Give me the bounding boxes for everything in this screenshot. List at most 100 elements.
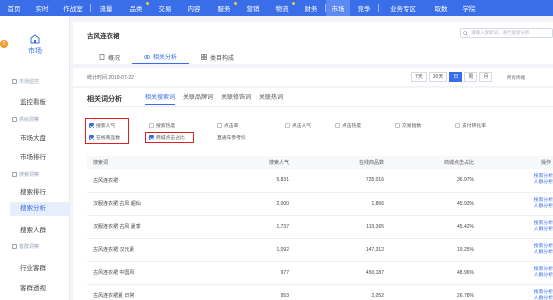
date-day-button[interactable]: 日 — [449, 72, 463, 82]
sidebar-home-market[interactable]: 市场 — [20, 34, 50, 56]
search-icon — [463, 30, 468, 36]
tab-category[interactable]: 类目构成 — [189, 50, 246, 64]
cell-products: 735,016 — [307, 169, 402, 193]
cell-products: 1,866 — [307, 192, 402, 216]
cell-products: 110,365 — [307, 215, 402, 239]
cell-products: 2,052 — [307, 284, 402, 300]
page-title: 古风连衣裙 — [87, 33, 120, 40]
tab-related-search[interactable]: 相关搜索词 — [145, 93, 176, 105]
sidebar-item-search-analysis[interactable]: 搜索分析 — [10, 202, 70, 216]
checkbox-click-heat[interactable]: 点击热度 — [335, 122, 361, 129]
people-analysis-link[interactable]: 人群分析 — [498, 296, 553, 300]
nav-item-5[interactable]: 交易 — [151, 0, 179, 16]
tab-related-analysis[interactable]: 相关分析 — [132, 50, 190, 64]
related-words-panel: 相关词分析 相关搜索词 关联品牌词 关联修饰词 关联热词 搜索人气 搜索热度 点… — [73, 88, 553, 300]
checkbox-click-rate[interactable]: 点击率 — [217, 122, 238, 129]
tab-modifier-words[interactable]: 关联修饰词 — [221, 93, 251, 105]
cell-term: 古风连衣裙 中国风 — [87, 261, 237, 285]
checkbox-trade-index[interactable]: 交易指数 — [395, 122, 421, 129]
date-30days-button[interactable]: 30天 — [428, 72, 448, 82]
date-month-button[interactable]: 月 — [479, 72, 493, 82]
people-analysis-link[interactable]: 人群分析 — [498, 250, 553, 256]
link-icon — [144, 54, 150, 59]
sidebar-item-monitor-board[interactable]: 监控看板 — [20, 96, 46, 106]
nav-item-7[interactable]: 服务 — [209, 0, 239, 16]
cell-popularity: 977 — [237, 261, 307, 285]
nav-item-1[interactable]: 实时 — [28, 0, 56, 16]
checkbox-ztc-price[interactable]: 直通车参考价 — [217, 134, 246, 141]
cell-products: 147,312 — [307, 238, 402, 262]
avatar[interactable]: 0 — [0, 40, 8, 48]
new-badge-dot — [292, 2, 295, 5]
col-term[interactable]: 搜索词 — [87, 156, 237, 169]
people-analysis-link[interactable]: 人群分析 — [498, 204, 553, 210]
col-products[interactable]: 在线商品数 — [307, 156, 402, 169]
sidebar-item-market-overview[interactable]: 市场大盘 — [20, 132, 46, 142]
col-popularity[interactable]: 搜索人气 — [237, 156, 307, 169]
table-header-row: 搜索词 搜索人气 在线商品数 商城点击占比 操作 — [87, 156, 553, 169]
people-analysis-link[interactable]: 人群分析 — [498, 180, 553, 186]
cell-ops: 搜索分析 人群分析 — [492, 169, 553, 193]
checkbox-pay-conversion[interactable]: 支付转化率 — [455, 122, 486, 129]
terminal-select[interactable]: 所有终端 — [507, 75, 525, 81]
sidebar-item-search-rank[interactable]: 搜索排行 — [20, 186, 46, 196]
date-range-buttons: 7天 30天 日 周 月 — [411, 72, 493, 82]
nav-item-4[interactable]: 品类 — [121, 0, 151, 16]
nav-item-13[interactable]: 业务专区 — [379, 0, 427, 16]
checkbox-icon — [335, 123, 340, 128]
nav-item-10[interactable]: 财务 — [297, 0, 325, 16]
sidebar-group-supply: 供给洞察 — [12, 116, 39, 123]
sidebar-home-label: 市场 — [28, 48, 42, 55]
category-icon — [201, 54, 207, 60]
checkbox-mall-click-ratio[interactable]: 商城点击占比 — [149, 134, 185, 141]
panel-title: 相关词分析 — [87, 96, 122, 103]
nav-item-6[interactable]: 内容 — [179, 0, 209, 16]
cell-popularity: 2,000 — [237, 192, 307, 216]
tab-brand-words[interactable]: 关联品牌词 — [183, 93, 213, 105]
checkbox-search-popularity[interactable]: 搜索人气 — [89, 122, 115, 129]
people-analysis-link[interactable]: 人群分析 — [498, 227, 553, 233]
cell-term: 古风连衣裙夏 日常 — [87, 284, 237, 300]
sidebar-item-customer-insight[interactable]: 客群透视 — [20, 282, 46, 292]
date-week-button[interactable]: 周 — [464, 72, 478, 82]
top-nav: 首页 实时 作战室 流量 品类 交易 内容 服务 营销 物流 财务 市场 竞争 业务专区 取数 学院 — [0, 0, 553, 16]
nav-item-15[interactable]: 学院 — [455, 0, 483, 16]
cell-products: 450,187 — [307, 261, 402, 285]
sidebar-item-search-people[interactable]: 搜索人群 — [20, 224, 46, 234]
cell-popularity: 5,831 — [237, 169, 307, 193]
checkbox-click-popularity[interactable]: 点击人气 — [285, 122, 311, 129]
cell-popularity: 953 — [237, 284, 307, 300]
checkbox-icon — [395, 123, 400, 128]
checkbox-online-products[interactable]: 在线商品数 — [89, 134, 120, 141]
nav-item-0[interactable]: 首页 — [0, 0, 28, 16]
cell-ratio: 19.25% — [402, 238, 492, 262]
table-row: 古风连衣裙 5,831 735,016 36.97% 搜索分析 人群分析 — [87, 169, 553, 193]
sidebar-item-market-rank[interactable]: 市场排行 — [20, 151, 46, 161]
cell-ratio: 45.93% — [402, 192, 492, 216]
date-filter-row: 统计时间 2019-07-22 7天 30天 日 周 月 所有终端 — [73, 68, 553, 86]
group-icon — [12, 117, 17, 122]
nav-item-11[interactable]: 市场 — [326, 0, 350, 16]
cell-ratio: 45.42% — [402, 215, 492, 239]
tab-hot-words[interactable]: 关联热词 — [259, 93, 283, 105]
sidebar: 0 市场 市场监控 监控看板 供给洞察 市场大盘 市场排行 搜索洞察 搜索排行 … — [0, 16, 70, 300]
nav-item-14[interactable]: 取数 — [427, 0, 455, 16]
main-content: 古风连衣裙 请输入搜索词，进行搜索分析 概况 相关分析 类目构成 统计时间 20… — [73, 16, 553, 300]
cell-ops: 搜索分析 人群分析 — [492, 192, 553, 216]
people-analysis-link[interactable]: 人群分析 — [498, 273, 553, 279]
market-icon — [30, 34, 40, 44]
checkbox-icon — [149, 135, 154, 140]
group-icon — [12, 172, 17, 177]
checkbox-search-heat[interactable]: 搜索热度 — [149, 122, 175, 129]
metric-checkboxes: 搜索人气 搜索热度 点击率 点击人气 点击热度 交易指数 支付转化率 在线商品数… — [85, 118, 553, 148]
tab-overview[interactable]: 概况 — [87, 50, 132, 64]
sidebar-item-industry-customer[interactable]: 行业客群 — [20, 262, 46, 272]
nav-item-9[interactable]: 物流 — [267, 0, 297, 16]
nav-item-8[interactable]: 营销 — [239, 0, 267, 16]
nav-item-2[interactable]: 作战室 — [56, 0, 90, 16]
search-input[interactable]: 请输入搜索词，进行搜索分析 — [460, 28, 553, 38]
col-ratio[interactable]: 商城点击占比 — [402, 156, 492, 169]
nav-item-3[interactable]: 流量 — [91, 0, 121, 16]
date-7days-button[interactable]: 7天 — [411, 72, 427, 82]
nav-item-12[interactable]: 竞争 — [350, 0, 378, 16]
